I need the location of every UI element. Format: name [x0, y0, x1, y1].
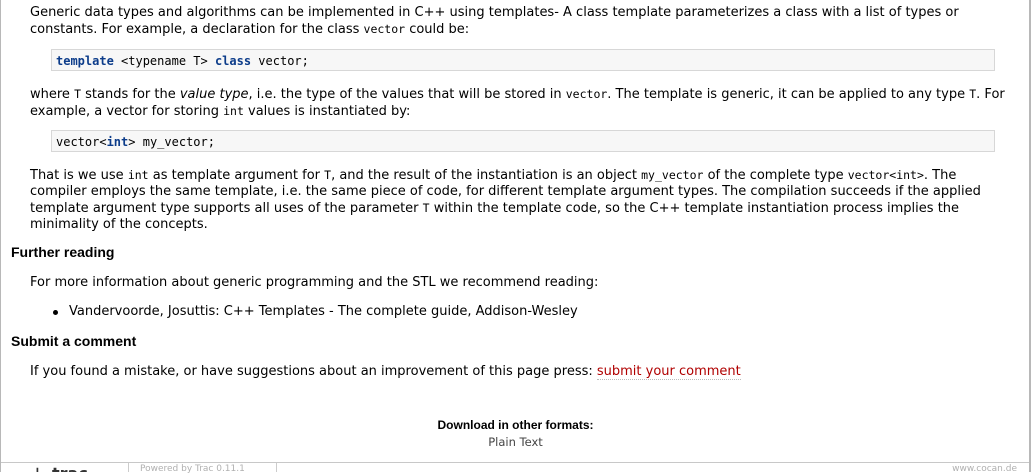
intro-text-end: could be: [405, 22, 470, 37]
list-item-text: Vandervoorde, Josuttis: C++ Templates - … [69, 304, 578, 319]
code-keyword-template: template [56, 54, 114, 68]
text: . The template is generic, it can be app… [607, 87, 970, 102]
text: as template argument for [148, 168, 325, 183]
heading-submit-comment: Submit a comment [11, 333, 137, 349]
instantiation-paragraph: That is we use int as template argument … [30, 167, 1016, 233]
inline-code-T: T [74, 87, 81, 101]
download-formats: Download in other formats: Plain Text [0, 418, 1031, 449]
inline-code-my-vector: my_vector [641, 168, 704, 182]
intro-text: Generic data types and algorithms can be… [30, 5, 959, 37]
bullet-icon [53, 310, 58, 315]
intro-paragraph: Generic data types and algorithms can be… [30, 5, 1016, 38]
text: stands for the [81, 87, 180, 102]
code-keyword-class: class [214, 54, 252, 68]
inline-code-T: T [422, 201, 430, 215]
window-left-border [0, 0, 1, 472]
svg-text:⊥: ⊥ [30, 464, 45, 472]
svg-text:trac: trac [52, 464, 88, 472]
text: where [30, 87, 75, 102]
inline-code-int: int [223, 104, 244, 118]
text: , and the result of the instantiation is… [331, 168, 642, 183]
footer-site-link[interactable]: www.cocan.de [952, 464, 1017, 474]
where-paragraph: where T stands for the value type, i.e. … [30, 86, 1016, 120]
inline-code-int: int [127, 168, 149, 182]
text: values is instantiated by: [243, 104, 411, 119]
text: That is we use [30, 168, 128, 183]
heading-further-reading: Further reading [11, 244, 115, 260]
footer-divider [1, 462, 1029, 463]
trac-logo-icon: ⊥ trac [30, 464, 88, 472]
footer-powered-by[interactable]: Powered by Trac 0.11.1 [140, 464, 245, 474]
download-formats-title: Download in other formats: [437, 418, 594, 432]
code-keyword-int: int [106, 135, 129, 149]
further-reading-intro: For more information about generic progr… [30, 275, 599, 290]
text: , i.e. the type of the values that will … [248, 87, 566, 102]
submit-comment-link[interactable]: submit your comment [596, 364, 741, 380]
code-text: vector< [56, 135, 107, 149]
code-text: <typename T> [113, 54, 215, 68]
footer-separator [276, 463, 277, 472]
footer-separator [128, 463, 129, 472]
code-text: > my_vector; [128, 135, 215, 149]
plain-text-link[interactable]: Plain Text [0, 435, 1031, 449]
emphasis-value-type: value type [179, 87, 249, 102]
inline-code-vector-int: vector<int> [847, 168, 924, 182]
text: of the complete type [703, 168, 848, 183]
code-text: vector; [251, 54, 309, 68]
code-block-template-declaration: template <typename T> class vector; [51, 49, 995, 71]
code-block-vector-instantiation: vector<int> my_vector; [51, 130, 995, 152]
trac-logo[interactable]: ⊥ trac [30, 463, 100, 472]
submit-comment-text: If you found a mistake, or have suggesti… [30, 364, 597, 379]
submit-comment-paragraph: If you found a mistake, or have suggesti… [30, 364, 1016, 380]
inline-code-vector: vector [363, 22, 406, 36]
inline-code-vector: vector [565, 87, 608, 101]
